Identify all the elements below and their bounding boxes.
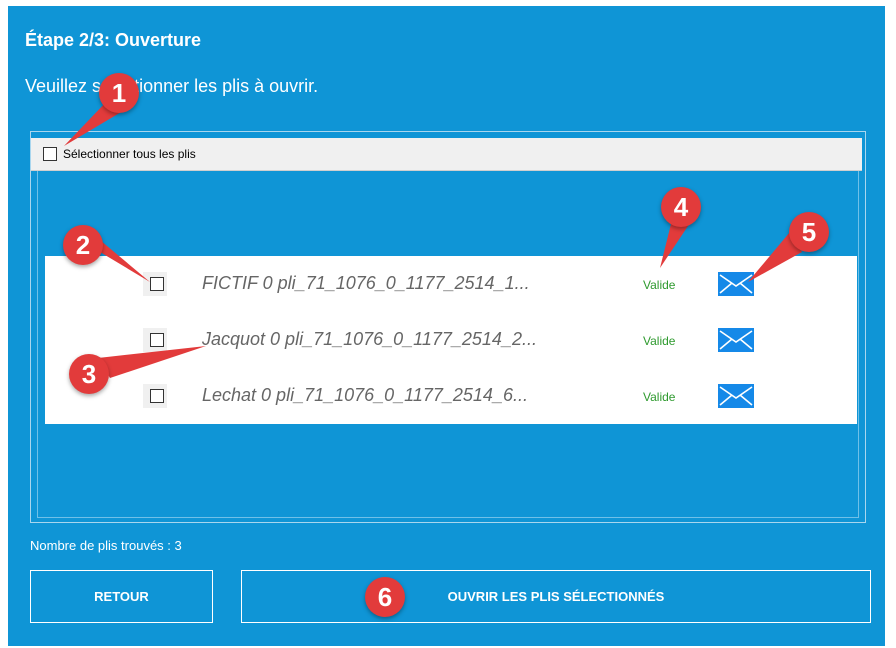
list-item[interactable]: FICTIF 0 pli_71_1076_0_1177_2514_1... Va… (45, 256, 857, 312)
pli-name: Lechat 0 pli_71_1076_0_1177_2514_6... (202, 385, 528, 405)
plis-list: FICTIF 0 pli_71_1076_0_1177_2514_1... Va… (45, 256, 857, 424)
row-checkbox[interactable] (150, 389, 164, 403)
select-all-checkbox[interactable] (43, 147, 57, 161)
callout-badge-4: 4 (661, 187, 701, 227)
envelope-icon[interactable] (718, 272, 754, 296)
list-item[interactable]: Jacquot 0 pli_71_1076_0_1177_2514_2... V… (45, 312, 857, 368)
callout-badge-5: 5 (789, 212, 829, 252)
callout-badge-3: 3 (69, 354, 109, 394)
envelope-icon[interactable] (718, 328, 754, 352)
select-all-header: Sélectionner tous les plis (31, 138, 862, 171)
page-subtitle: Veuillez sélectionner les plis à ouvrir. (25, 76, 319, 96)
status-badge: Valide (643, 390, 676, 404)
back-button[interactable]: RETOUR (30, 570, 213, 623)
pli-name: Jacquot 0 pli_71_1076_0_1177_2514_2... (202, 329, 537, 349)
results-count: Nombre de plis trouvés : 3 (30, 538, 182, 553)
pli-name: FICTIF 0 pli_71_1076_0_1177_2514_1... (202, 273, 530, 293)
callout-badge-6: 6 (365, 577, 405, 617)
envelope-icon[interactable] (718, 384, 754, 408)
callout-badge-2: 2 (63, 225, 103, 265)
status-badge: Valide (643, 334, 676, 348)
callout-badge-1: 1 (99, 73, 139, 113)
row-checkbox[interactable] (150, 333, 164, 347)
open-selected-button[interactable]: OUVRIR LES PLIS SÉLECTIONNÉS (241, 570, 871, 623)
page-title: Étape 2/3: Ouverture (25, 30, 202, 50)
list-item[interactable]: Lechat 0 pli_71_1076_0_1177_2514_6... Va… (45, 368, 857, 424)
status-badge: Valide (643, 278, 676, 292)
select-all-label[interactable]: Sélectionner tous les plis (63, 147, 196, 161)
row-checkbox[interactable] (150, 277, 164, 291)
